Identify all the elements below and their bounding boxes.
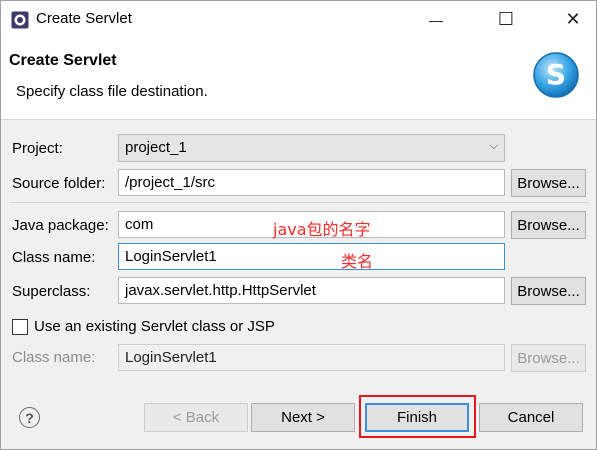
use-existing-label[interactable]: Use an existing Servlet class or JSP [34, 318, 275, 335]
close-button[interactable]: ✕ [550, 1, 596, 38]
project-select[interactable]: project_1 ⌵ [118, 134, 505, 162]
minimize-button[interactable]: — [413, 1, 459, 38]
title-bar: Create Servlet — ☐ ✕ [1, 1, 596, 38]
superclass-browse-button[interactable]: Browse... [511, 277, 586, 305]
source-folder-label: Source folder: [12, 175, 106, 192]
java-package-label: Java package: [12, 217, 109, 234]
superclass-label: Superclass: [12, 283, 91, 300]
class-name-annotation: 类名 [341, 252, 374, 271]
page-description: Specify class file destination. [16, 83, 208, 100]
cancel-button[interactable]: Cancel [479, 403, 583, 432]
next-button[interactable]: Next > [251, 403, 355, 432]
back-button: < Back [144, 403, 248, 432]
project-label: Project: [12, 140, 63, 157]
chevron-down-icon: ⌵ [489, 140, 498, 152]
help-icon[interactable]: ? [19, 407, 40, 428]
superclass-input[interactable]: javax.servlet.http.HttpServlet [118, 277, 505, 304]
maximize-icon: ☐ [497, 9, 515, 29]
minimize-icon: — [429, 11, 443, 28]
project-value: project_1 [125, 139, 187, 156]
svg-text:S: S [546, 58, 566, 91]
existing-class-name-input: LoginServlet1 [118, 344, 505, 371]
class-name-label: Class name: [12, 249, 96, 266]
divider [9, 202, 589, 203]
maximize-button[interactable]: ☐ [483, 1, 529, 38]
existing-class-name-label: Class name: [12, 349, 96, 366]
existing-class-browse-button: Browse... [511, 344, 586, 372]
source-folder-browse-button[interactable]: Browse... [511, 169, 586, 197]
java-package-browse-button[interactable]: Browse... [511, 211, 586, 239]
use-existing-checkbox[interactable] [12, 319, 28, 335]
wizard-header: Create Servlet Specify class file destin… [1, 38, 596, 120]
servlet-wizard-s-icon: S [533, 52, 579, 98]
page-title: Create Servlet [9, 52, 117, 69]
class-name-input[interactable]: LoginServlet1 [118, 243, 505, 270]
package-annotation: java包的名字 [273, 220, 371, 239]
finish-highlight-box [359, 395, 476, 438]
eclipse-app-icon [11, 11, 29, 29]
close-icon: ✕ [565, 9, 581, 29]
source-folder-input[interactable]: /project_1/src [118, 169, 505, 196]
window-title: Create Servlet [36, 10, 132, 27]
create-servlet-dialog: Create Servlet — ☐ ✕ Create Servlet Spec… [0, 0, 597, 450]
